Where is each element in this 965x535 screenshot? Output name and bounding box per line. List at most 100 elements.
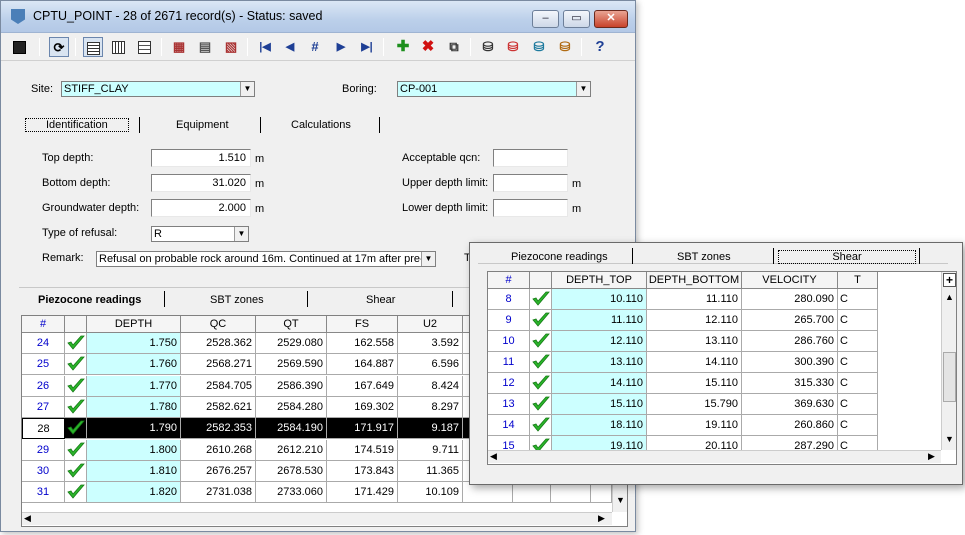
qc-cell[interactable]: 2582.353 <box>181 418 256 440</box>
site-select[interactable]: STIFF_CLAY ▼ <box>61 81 255 97</box>
remark-select[interactable]: Refusal on probable rock around 16m. Con… <box>96 251 436 267</box>
column-header-depth-bottom[interactable]: DEPTH_BOTTOM <box>647 272 742 289</box>
chevron-down-icon[interactable]: ▼ <box>576 82 590 96</box>
scroll-left-icon[interactable]: ◀ <box>490 451 497 462</box>
depth-cell[interactable]: 1.780 <box>87 396 181 418</box>
depth-top-cell[interactable]: 14.110 <box>552 373 647 394</box>
tab-equipment[interactable]: Equipment <box>176 119 229 131</box>
column-header-status[interactable] <box>65 316 87 333</box>
u2-cell[interactable]: 10.109 <box>398 482 463 504</box>
refresh-icon[interactable]: ⟳ <box>49 37 69 57</box>
qt-cell[interactable]: 2584.190 <box>256 418 327 440</box>
db-report-icon[interactable]: ▦ <box>169 37 189 57</box>
qt-cell[interactable]: 2678.530 <box>256 460 327 482</box>
column-header-qc[interactable]: QC <box>181 316 256 333</box>
qt-cell[interactable]: 2569.590 <box>256 354 327 376</box>
scroll-down-icon[interactable]: ▼ <box>616 495 625 505</box>
u2-cell[interactable]: 8.424 <box>398 375 463 397</box>
db-export-icon[interactable]: ▤ <box>195 37 215 57</box>
tab-calculations[interactable]: Calculations <box>291 119 351 131</box>
scroll-left-icon[interactable]: ◀ <box>24 513 31 524</box>
popup-tab-sbt-zones[interactable]: SBT zones <box>677 251 731 263</box>
velocity-cell[interactable]: 260.860 <box>742 415 838 436</box>
fs-cell[interactable]: 171.917 <box>327 418 398 440</box>
depth-cell[interactable]: 1.750 <box>87 333 181 354</box>
row-number-cell[interactable]: 31 <box>22 482 65 504</box>
help-icon[interactable]: ? <box>590 37 610 57</box>
row-number-cell[interactable]: 28 <box>22 418 65 440</box>
fs-cell[interactable]: 169.302 <box>327 396 398 418</box>
database-stack-icon[interactable]: ⛁ <box>555 37 575 57</box>
horizontal-scrollbar[interactable]: ◀ ▶ <box>488 450 941 463</box>
boring-select[interactable]: CP-001 ▼ <box>397 81 591 97</box>
row-number-cell[interactable]: 10 <box>488 331 530 352</box>
type-cell[interactable]: C <box>838 394 878 415</box>
velocity-cell[interactable]: 369.630 <box>742 394 838 415</box>
depth-top-cell[interactable]: 12.110 <box>552 331 647 352</box>
subtab-sbt-zones[interactable]: SBT zones <box>210 294 264 306</box>
maximize-button[interactable]: ▭ <box>563 10 590 28</box>
scroll-right-icon[interactable]: ▶ <box>928 451 935 462</box>
scroll-thumb[interactable] <box>943 352 956 402</box>
row-number-cell[interactable]: 9 <box>488 310 530 331</box>
type-cell[interactable]: C <box>838 289 878 310</box>
row-number-cell[interactable]: 30 <box>22 460 65 482</box>
qt-cell[interactable]: 2733.060 <box>256 482 327 504</box>
subtab-piezocone-readings[interactable]: Piezocone readings <box>38 294 141 306</box>
scroll-right-icon[interactable]: ▶ <box>598 513 605 524</box>
qt-cell[interactable]: 2529.080 <box>256 333 327 354</box>
type-cell[interactable]: C <box>838 352 878 373</box>
column-header-t[interactable]: T <box>838 272 878 289</box>
next-record-icon[interactable]: ▶ <box>331 37 351 57</box>
column-header-depth[interactable]: DEPTH <box>87 316 181 333</box>
add-row-button[interactable]: + <box>943 273 956 287</box>
popup-tab-shear[interactable]: Shear <box>778 250 916 264</box>
last-record-icon[interactable]: ▶| <box>357 37 377 57</box>
copy-record-icon[interactable]: ⧉ <box>444 37 464 57</box>
depth-cell[interactable]: 1.800 <box>87 439 181 461</box>
chevron-down-icon[interactable]: ▼ <box>234 227 248 241</box>
qt-cell[interactable]: 2586.390 <box>256 375 327 397</box>
row-number-cell[interactable]: 11 <box>488 352 530 373</box>
save-icon[interactable] <box>9 37 29 57</box>
velocity-cell[interactable]: 286.760 <box>742 331 838 352</box>
db-delete-icon[interactable]: ▧ <box>221 37 241 57</box>
subtab-shear[interactable]: Shear <box>366 294 395 306</box>
top-depth-input[interactable]: 1.510 <box>151 149 251 167</box>
type-cell[interactable]: C <box>838 373 878 394</box>
depth-bottom-cell[interactable]: 15.110 <box>647 373 742 394</box>
qc-cell[interactable]: 2610.268 <box>181 439 256 461</box>
fs-cell[interactable]: 162.558 <box>327 333 398 354</box>
column-header-number[interactable]: # <box>22 316 65 333</box>
bottom-depth-input[interactable]: 31.020 <box>151 174 251 192</box>
extra-cell[interactable] <box>591 482 612 504</box>
minimize-button[interactable]: ‒ <box>532 10 559 28</box>
fs-cell[interactable]: 174.519 <box>327 439 398 461</box>
row-number-cell[interactable]: 14 <box>488 415 530 436</box>
velocity-cell[interactable]: 265.700 <box>742 310 838 331</box>
qc-cell[interactable]: 2528.362 <box>181 333 256 354</box>
type-cell[interactable]: C <box>838 331 878 352</box>
database-link-icon[interactable]: ⛁ <box>503 37 523 57</box>
depth-bottom-cell[interactable]: 15.790 <box>647 394 742 415</box>
depth-bottom-cell[interactable]: 11.110 <box>647 289 742 310</box>
column-header-qt[interactable]: QT <box>256 316 327 333</box>
depth-cell[interactable]: 1.820 <box>87 482 181 504</box>
chevron-down-icon[interactable]: ▼ <box>421 252 435 266</box>
u2-cell[interactable]: 3.592 <box>398 333 463 354</box>
ix-cell[interactable] <box>463 482 513 504</box>
u2-cell[interactable]: 9.711 <box>398 439 463 461</box>
depth-top-cell[interactable]: 10.110 <box>552 289 647 310</box>
depth-cell[interactable]: 1.770 <box>87 375 181 397</box>
add-record-icon[interactable]: ✚ <box>393 37 413 57</box>
fs-cell[interactable]: 171.429 <box>327 482 398 504</box>
u2-cell[interactable]: 9.187 <box>398 418 463 440</box>
first-record-icon[interactable]: |◀ <box>255 37 275 57</box>
tab-identification[interactable]: Identification <box>25 118 129 132</box>
delete-record-icon[interactable]: ✖ <box>418 37 438 57</box>
depth-cell[interactable]: 1.790 <box>87 418 181 440</box>
database-sync-icon[interactable]: ⛁ <box>529 37 549 57</box>
column-header-velocity[interactable]: VELOCITY <box>742 272 838 289</box>
velocity-cell[interactable]: 280.090 <box>742 289 838 310</box>
groundwater-depth-input[interactable]: 2.000 <box>151 199 251 217</box>
